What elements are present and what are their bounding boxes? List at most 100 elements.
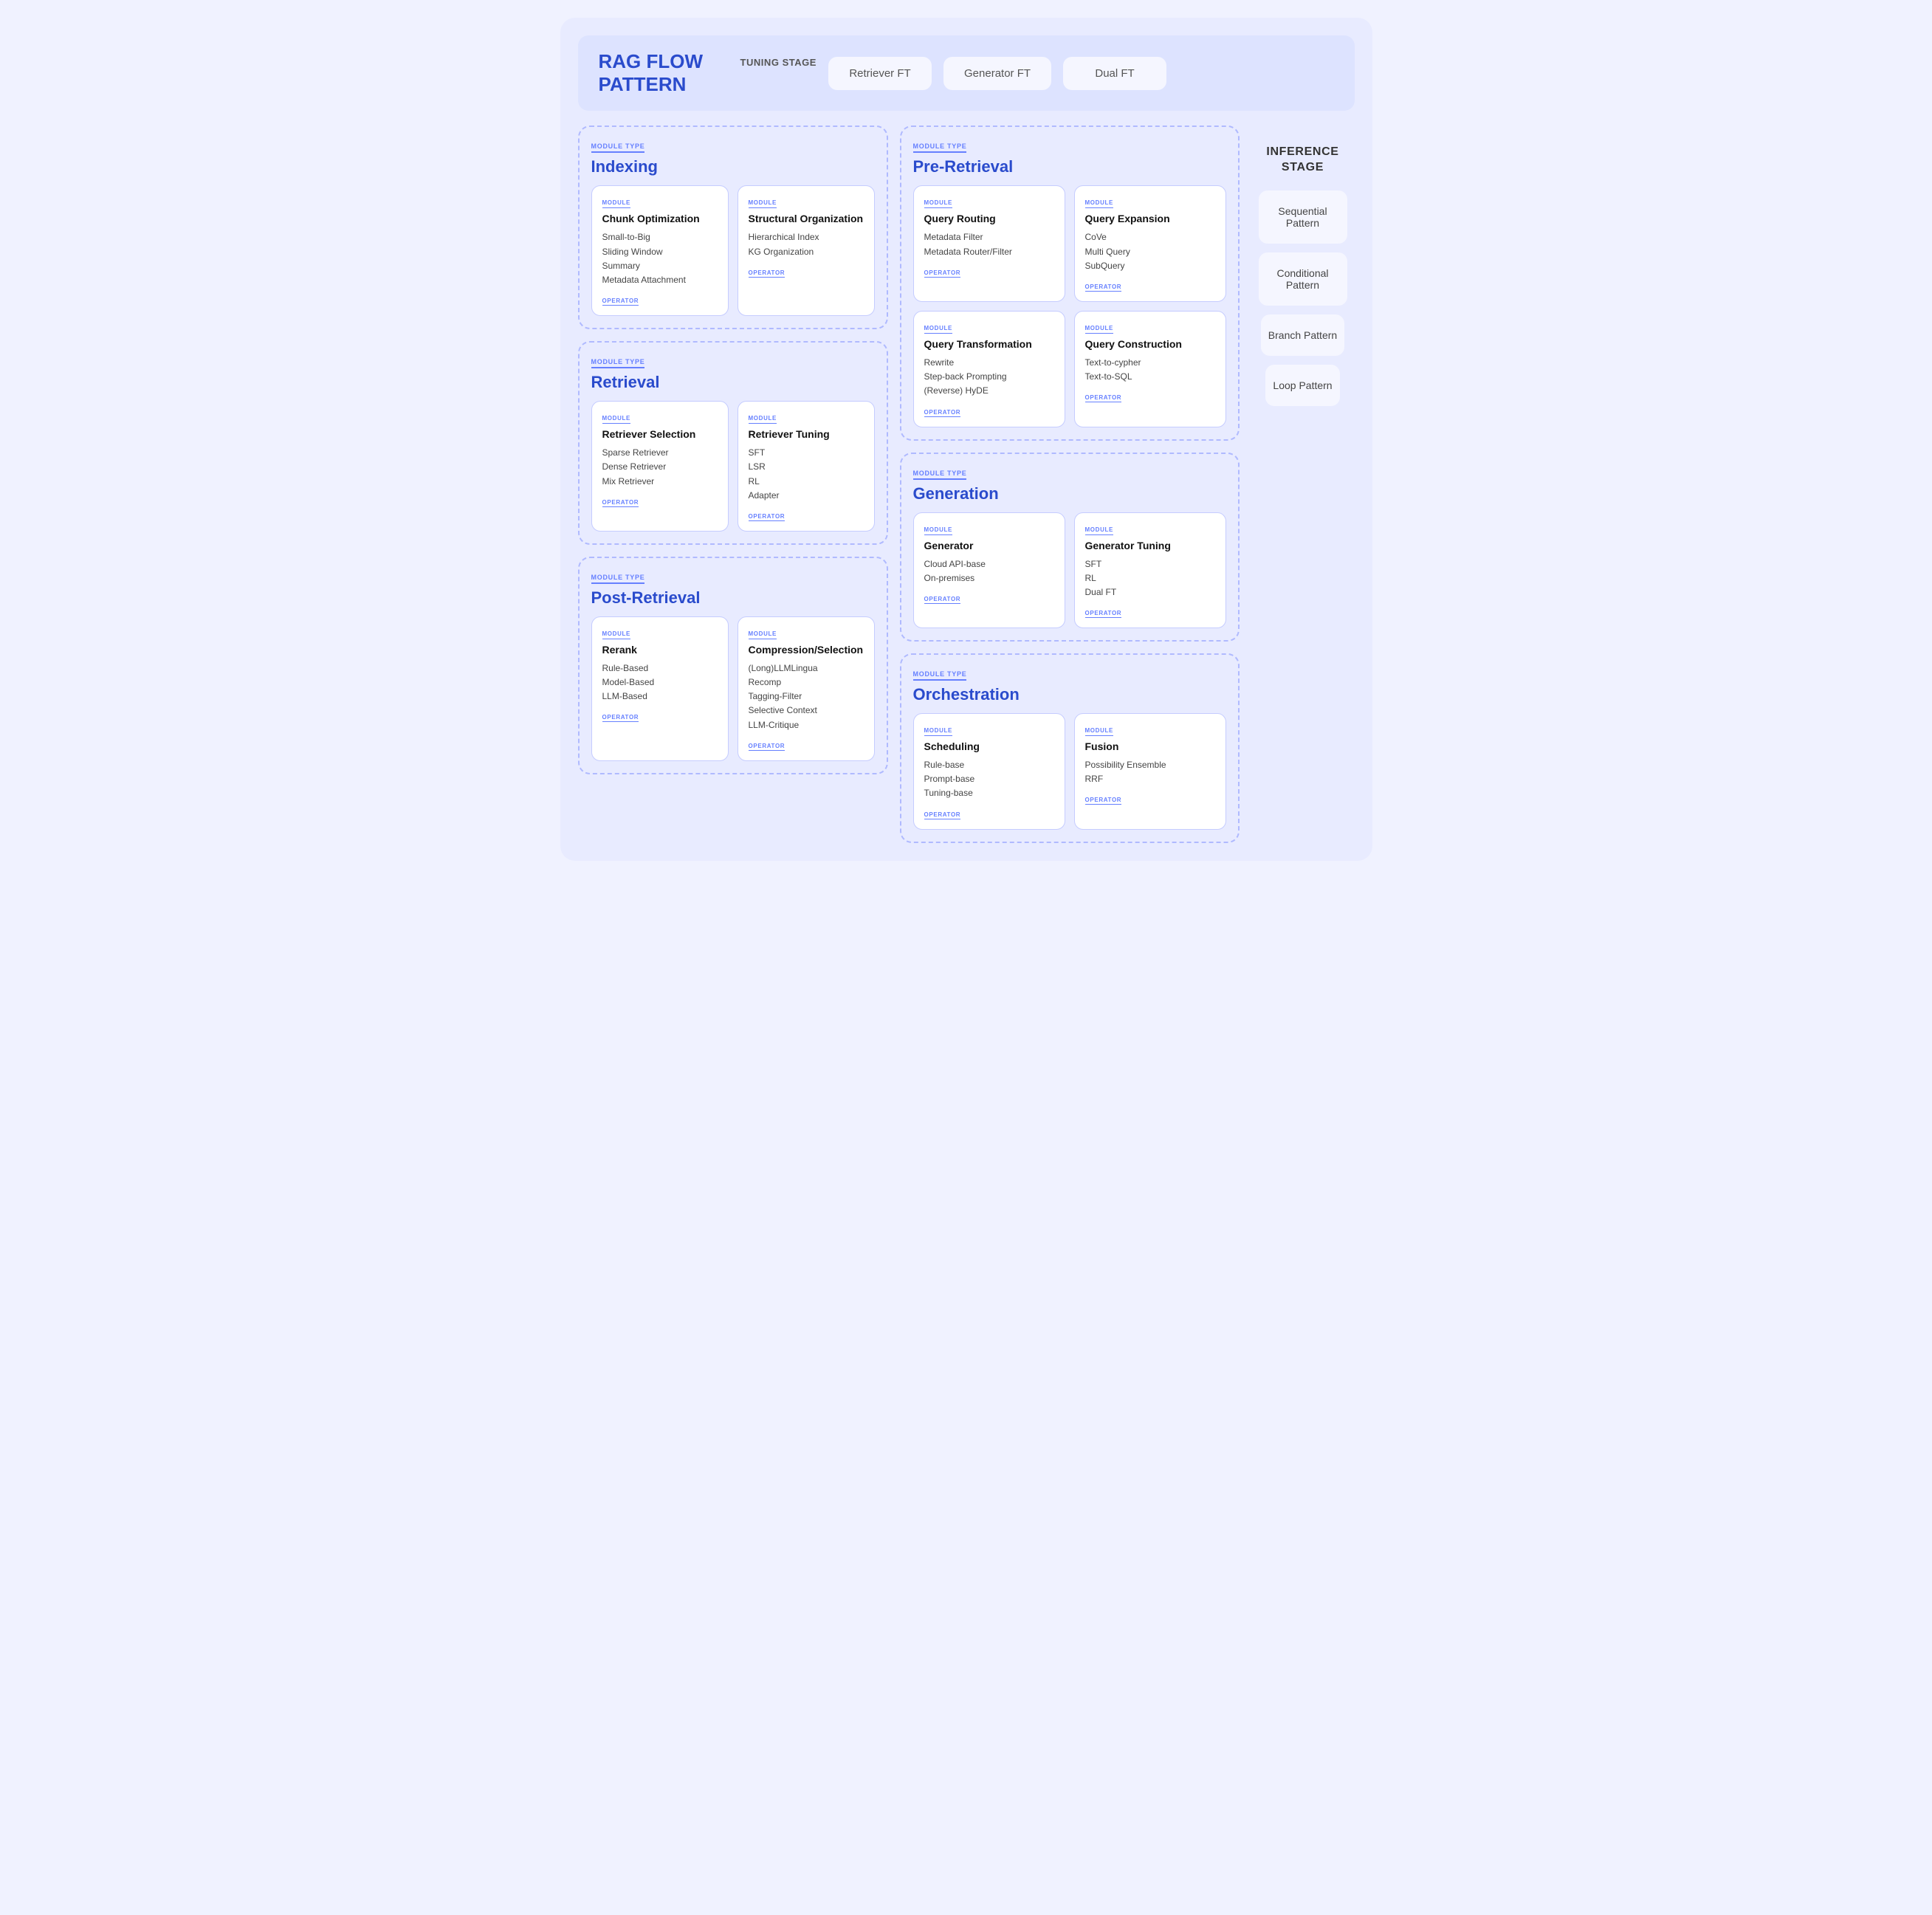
list-item: LSR [749, 460, 864, 474]
gen-operator-label: OPERATOR [924, 596, 961, 604]
query-routing-card: MODULE Query Routing Metadata Filter Met… [913, 185, 1065, 302]
gen-tun-operator-label: OPERATOR [1085, 610, 1122, 618]
rag-flow-title: RAG FLOWPATTERN [599, 50, 717, 96]
post-ret-title: Post-Retrieval [591, 588, 875, 608]
fusion-items: Possibility Ensemble RRF [1085, 758, 1215, 786]
chunk-operator-label: OPERATOR [602, 298, 639, 306]
list-item: On-premises [924, 571, 1054, 585]
comp-items: (Long)LLMLingua Recomp Tagging-Filter Se… [749, 661, 864, 732]
ret-tun-module-label: MODULE [749, 415, 777, 424]
retrieval-title: Retrieval [591, 373, 875, 392]
sched-module-label: MODULE [924, 727, 953, 736]
chunk-module-items: Small-to-Big Sliding Window Summary Meta… [602, 230, 718, 287]
list-item: Prompt-base [924, 772, 1054, 786]
orch-title: Orchestration [913, 685, 1226, 704]
gen-tun-items: SFT RL Dual FT [1085, 557, 1215, 600]
orchestration-section: MODULE TYPE Orchestration MODULE Schedul… [900, 653, 1240, 843]
list-item: Rewrite [924, 356, 1054, 370]
ret-tun-items: SFT LSR RL Adapter [749, 446, 864, 503]
sequential-pattern-card: Sequential Pattern [1259, 190, 1347, 244]
inference-stage-title: INFERENCESTAGE [1266, 137, 1338, 176]
list-item: RRF [1085, 772, 1215, 786]
indexing-section: MODULE TYPE Indexing MODULE Chunk Optimi… [578, 126, 888, 329]
list-item: Sliding Window [602, 245, 718, 259]
structural-organization-card: MODULE Structural Organization Hierarchi… [738, 185, 875, 316]
gen-title: Generation [913, 484, 1226, 503]
list-item: Rule-base [924, 758, 1054, 772]
qc-items: Text-to-cypher Text-to-SQL [1085, 356, 1215, 384]
struct-operator-label: OPERATOR [749, 269, 785, 278]
qt-module-label: MODULE [924, 325, 953, 334]
gen-type-label: MODULE TYPE [913, 470, 967, 480]
sched-operator-label: OPERATOR [924, 811, 961, 819]
branch-pattern-card: Branch Pattern [1261, 314, 1344, 356]
orch-modules-row: MODULE Scheduling Rule-base Prompt-base … [913, 713, 1226, 830]
list-item: Selective Context [749, 704, 864, 718]
sched-items: Rule-base Prompt-base Tuning-base [924, 758, 1054, 801]
chunk-module-title: Chunk Optimization [602, 213, 718, 224]
list-item: Metadata Router/Filter [924, 245, 1054, 259]
list-item: Possibility Ensemble [1085, 758, 1215, 772]
fusion-card: MODULE Fusion Possibility Ensemble RRF O… [1074, 713, 1226, 830]
tuning-stage-label: TUNING STAGE [740, 57, 817, 90]
fusion-module-title: Fusion [1085, 740, 1215, 752]
qe-operator-label: OPERATOR [1085, 283, 1122, 292]
pre-ret-type-label: MODULE TYPE [913, 142, 967, 153]
list-item: (Reverse) HyDE [924, 384, 1054, 398]
gen-modules-row: MODULE Generator Cloud API-base On-premi… [913, 512, 1226, 629]
list-item: Step-back Prompting [924, 370, 1054, 384]
scheduling-card: MODULE Scheduling Rule-base Prompt-base … [913, 713, 1065, 830]
left-panels: MODULE TYPE Indexing MODULE Chunk Optimi… [578, 126, 888, 842]
query-expansion-card: MODULE Query Expansion CoVe Multi Query … [1074, 185, 1226, 302]
list-item: Text-to-SQL [1085, 370, 1215, 384]
ret-sel-items: Sparse Retriever Dense Retriever Mix Ret… [602, 446, 718, 489]
dual-ft-pill: Dual FT [1063, 57, 1166, 90]
header: RAG FLOWPATTERN TUNING STAGE Retriever F… [578, 35, 1355, 111]
list-item: Recomp [749, 675, 864, 690]
gen-tun-module-title: Generator Tuning [1085, 540, 1215, 551]
list-item: Cloud API-base [924, 557, 1054, 571]
list-item: RL [749, 475, 864, 489]
retriever-ft-pill: Retriever FT [828, 57, 932, 90]
pre-retrieval-section: MODULE TYPE Pre-Retrieval MODULE Query R… [900, 126, 1240, 440]
list-item: Hierarchical Index [749, 230, 864, 244]
retrieval-type-label: MODULE TYPE [591, 358, 645, 368]
post-ret-modules-row: MODULE Rerank Rule-Based Model-Based LLM… [591, 616, 875, 761]
indexing-title: Indexing [591, 157, 875, 176]
post-retrieval-section: MODULE TYPE Post-Retrieval MODULE Rerank… [578, 557, 888, 774]
qt-items: Rewrite Step-back Prompting (Reverse) Hy… [924, 356, 1054, 399]
list-item: RL [1085, 571, 1215, 585]
struct-module-items: Hierarchical Index KG Organization [749, 230, 864, 258]
ret-tun-operator-label: OPERATOR [749, 513, 785, 521]
list-item: LLM-Based [602, 690, 718, 704]
list-item: SubQuery [1085, 259, 1215, 273]
main-container: RAG FLOWPATTERN TUNING STAGE Retriever F… [560, 18, 1372, 861]
qc-module-title: Query Construction [1085, 338, 1215, 350]
qr-items: Metadata Filter Metadata Router/Filter [924, 230, 1054, 258]
struct-module-title: Structural Organization [749, 213, 864, 224]
query-construction-card: MODULE Query Construction Text-to-cypher… [1074, 311, 1226, 427]
gen-module-label: MODULE [924, 526, 953, 535]
list-item: (Long)LLMLingua [749, 661, 864, 675]
fusion-operator-label: OPERATOR [1085, 797, 1122, 805]
list-item: Tagging-Filter [749, 690, 864, 704]
gen-module-title: Generator [924, 540, 1054, 551]
list-item: SFT [1085, 557, 1215, 571]
list-item: Summary [602, 259, 718, 273]
middle-panels: MODULE TYPE Pre-Retrieval MODULE Query R… [900, 126, 1240, 842]
list-item: Adapter [749, 489, 864, 503]
fusion-module-label: MODULE [1085, 727, 1114, 736]
pre-ret-row1: MODULE Query Routing Metadata Filter Met… [913, 185, 1226, 302]
qr-operator-label: OPERATOR [924, 269, 961, 278]
query-transformation-card: MODULE Query Transformation Rewrite Step… [913, 311, 1065, 427]
list-item: Dense Retriever [602, 460, 718, 474]
orch-type-label: MODULE TYPE [913, 670, 967, 681]
qc-module-label: MODULE [1085, 325, 1114, 334]
generator-card: MODULE Generator Cloud API-base On-premi… [913, 512, 1065, 629]
sched-module-title: Scheduling [924, 740, 1054, 752]
comp-operator-label: OPERATOR [749, 743, 785, 751]
rerank-card: MODULE Rerank Rule-Based Model-Based LLM… [591, 616, 729, 761]
list-item: Mix Retriever [602, 475, 718, 489]
list-item: KG Organization [749, 245, 864, 259]
ret-tun-module-title: Retriever Tuning [749, 428, 864, 440]
